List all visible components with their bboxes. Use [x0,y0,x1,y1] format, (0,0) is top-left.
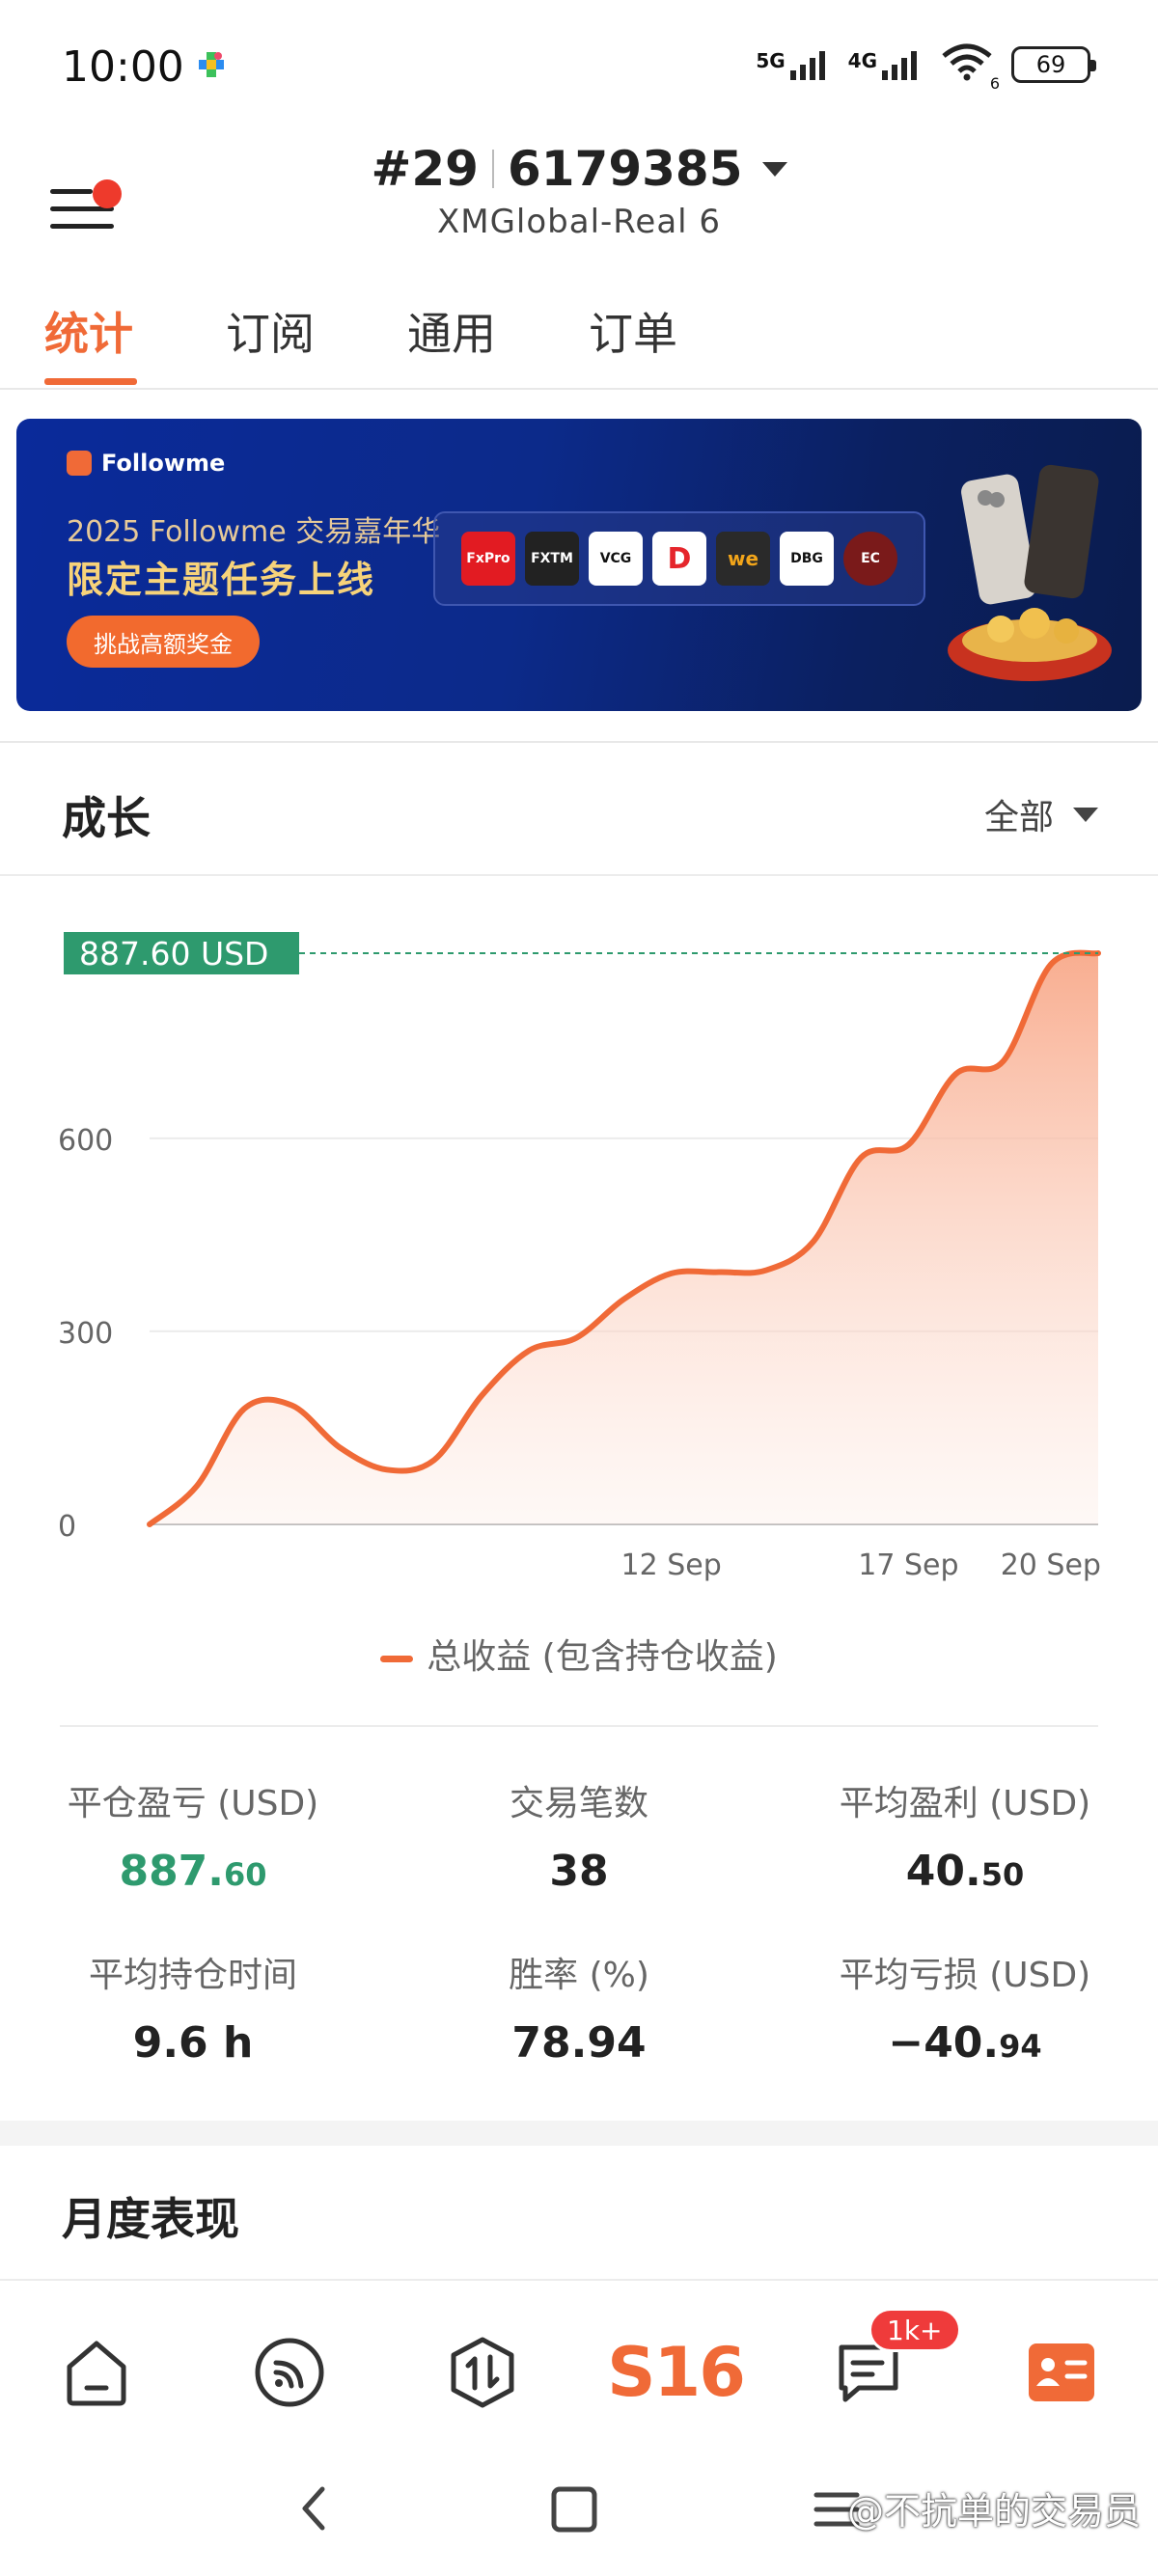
x-tick-label: 12 Sep [621,1548,722,1582]
range-value: 全部 [983,798,1054,837]
partner-logo: we [716,532,770,586]
x-tick-label: 20 Sep [1001,1548,1101,1582]
banner-brand: Followme [67,450,225,477]
stat-avg-loss: 平均亏损 (USD) −40.94 [839,1956,1091,2068]
monthly-performance-title: 月度表现 [62,2193,239,2245]
tab-statistics[interactable]: 统计 [44,299,133,363]
active-tab-indicator [44,378,137,385]
nav-profile[interactable] [1018,2329,1105,2416]
status-bar: 10:00 5G 4G 6 69 [0,0,1158,135]
partner-logos: FxPro FXTM VCG D we DBG EC [433,511,925,606]
account-id: 6179385 [507,141,743,197]
app-notification-icon [197,50,226,83]
tab-bar: 统计 订阅 通用 订单 [0,289,1158,390]
growth-chart: 0 300 600 12 Sep 17 Sep 20 Sep 887.60 USD [58,932,1101,1582]
home-square-icon[interactable] [548,2483,600,2535]
chevron-down-icon [1073,807,1098,822]
account-server: XMGlobal-Real 6 [436,203,722,241]
phone-prize-illustration [948,464,1112,681]
section-divider [0,2121,1158,2146]
signal-5g-icon: 5G [756,49,830,80]
growth-section-header: 成长 全部 [0,745,1158,876]
tab-general[interactable]: 通用 [407,299,496,363]
status-indicators: 5G 4G 6 69 [756,42,1096,93]
wifi-icon: 6 [940,42,1000,93]
nav-trade[interactable] [439,2329,526,2416]
stat-win-rate: 胜率 (%) 78.94 [509,1956,649,2068]
x-tick-label: 17 Sep [858,1548,958,1582]
nav-feed[interactable] [246,2329,333,2416]
partner-logo: VCG [589,532,643,586]
stat-avg-hold-time: 平均持仓时间 9.6 h [88,1956,297,2068]
profile-card-icon [1029,2343,1094,2401]
nav-s16[interactable]: S16 [607,2329,746,2416]
s16-label: S16 [607,2333,746,2412]
banner-title: 限定主题任务上线 [67,559,376,601]
status-time: 10:00 [62,42,184,92]
partner-logo: FxPro [461,532,515,586]
stat-closed-pnl: 平仓盈亏 (USD) 887.60 [67,1784,319,1896]
stat-avg-profit: 平均盈利 (USD) 40.50 [839,1784,1091,1896]
stat-trade-count: 交易笔数 38 [509,1784,648,1896]
stats-divider [60,1725,1098,1727]
bottom-navigation: S16 1k+ [0,2279,1158,2453]
growth-title: 成长 [62,792,151,844]
section-divider [0,741,1158,743]
chart-legend: 总收益 (包含持仓收益) [0,1629,1158,1679]
messages-badge: 1k+ [868,2308,961,2352]
y-tick-label: 600 [58,1124,113,1158]
chevron-down-icon [761,161,787,177]
area-fill [150,952,1098,1524]
legend-swatch [380,1655,414,1662]
account-selector[interactable]: #29 6179385 XMGlobal-Real 6 [0,141,1158,241]
y-tick-label: 0 [58,1510,76,1544]
partner-logo: FXTM [525,532,579,586]
partner-logo: DBG [780,532,834,586]
back-icon[interactable] [290,2480,338,2537]
nav-home[interactable] [53,2329,140,2416]
signal-4g-icon: 4G [848,49,923,80]
watermark: @不抗单的交易员 [846,2490,1141,2533]
legend-label: 总收益 (包含持仓收益) [427,1637,778,1677]
tab-orders[interactable]: 订单 [589,299,677,363]
partner-logo: D [652,532,706,586]
followme-logo-icon [67,451,92,476]
partner-logo: EC [843,532,897,586]
app-header: #29 6179385 XMGlobal-Real 6 [0,135,1158,270]
banner-cta-button[interactable]: 挑战高额奖金 [67,616,260,668]
home-icon [67,2341,126,2406]
account-rank: #29 [371,141,479,197]
separator [491,150,494,188]
battery-indicator: 69 [1011,46,1096,83]
range-dropdown[interactable]: 全部 [984,789,1098,839]
y-tick-label: 300 [58,1317,113,1351]
promo-banner[interactable]: Followme 2025 Followme 交易嘉年华 限定主题任务上线 挑战… [16,419,1142,711]
current-value-label: 887.60 USD [79,935,268,973]
banner-subtitle: 2025 Followme 交易嘉年华 [67,515,441,549]
trade-icon [451,2337,514,2408]
rss-feed-icon [255,2338,324,2407]
tab-subscriptions[interactable]: 订阅 [226,299,315,363]
